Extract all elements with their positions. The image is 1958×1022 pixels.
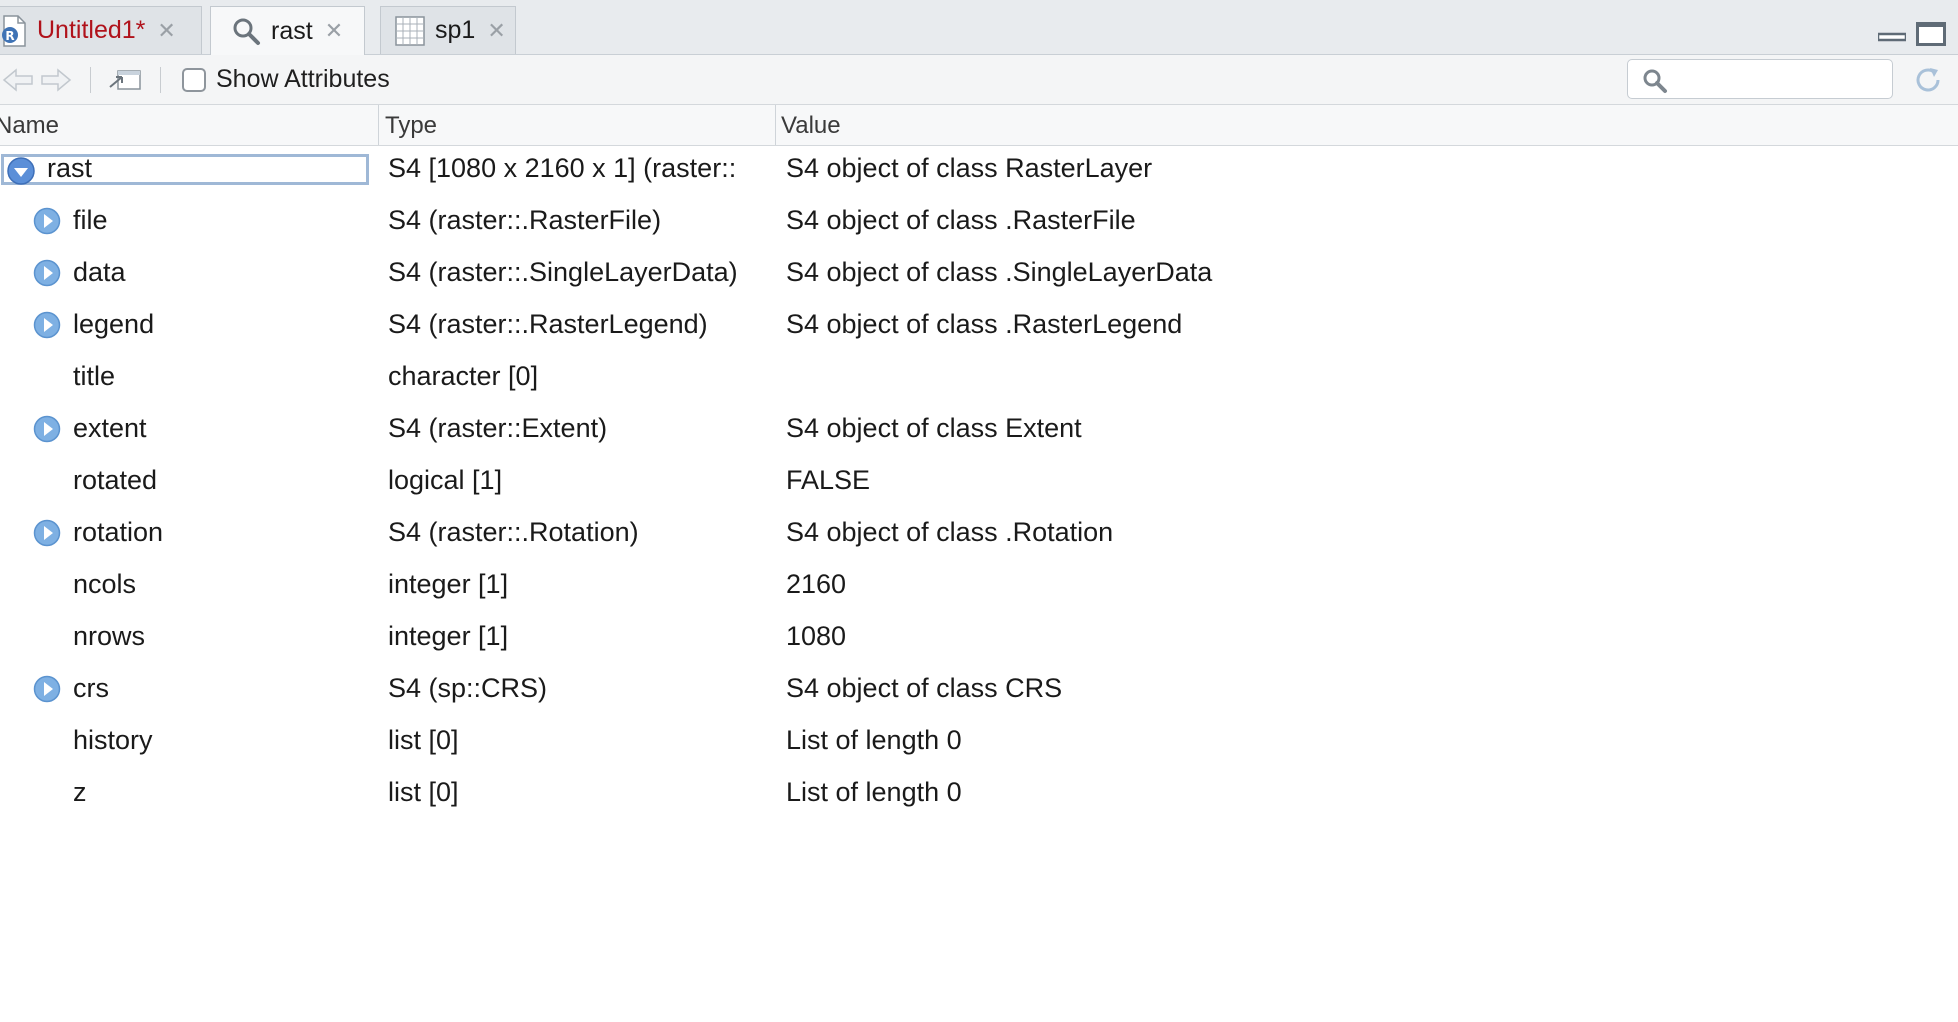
tree-row-name: rast [47,153,93,183]
column-header: Name Type Value [0,105,1958,146]
tree-row-value: FALSE [786,465,871,495]
column-divider[interactable] [378,105,379,145]
tree-row-ncols[interactable]: ncols integer [1] 2160 [0,558,1958,610]
tree-row-type: list [0] [388,725,459,755]
tree-row-crs[interactable]: crs S4 (sp::CRS) S4 object of class CRS [0,662,1958,714]
expand-icon[interactable] [33,675,61,703]
column-divider[interactable] [775,105,776,145]
tree-row-name: title [73,361,116,391]
tab-sp1[interactable]: sp1 ✕ [380,6,516,54]
tree-row-type: character [0] [388,361,539,391]
tree-row-history[interactable]: history list [0] List of length 0 [0,714,1958,766]
column-header-type[interactable]: Type [385,105,437,145]
tree-row-name: ncols [73,569,137,599]
tree-row-type: S4 (raster::.Rotation) [388,517,639,547]
refresh-icon[interactable] [1912,64,1944,101]
tree-row-name: z [73,777,87,807]
show-attributes-checkbox[interactable] [182,67,206,92]
tree-row-title[interactable]: title character [0] [0,350,1958,402]
magnifier-icon [231,16,261,46]
maximize-icon[interactable] [1916,22,1946,46]
tree-row-rotation[interactable]: rotation S4 (raster::.Rotation) S4 objec… [0,506,1958,558]
toolbar-divider [160,67,161,93]
tree-row-name: nrows [73,621,146,651]
r-document-icon: R [1,14,27,47]
window-controls [1876,22,1946,46]
tree-row-type: logical [1] [388,465,503,495]
tab-rast[interactable]: rast ✕ [210,6,365,55]
tab-label: Untitled1* [37,16,146,44]
tree-row-value: 2160 [786,569,847,599]
toolbar-divider [90,67,91,93]
tab-untitled1[interactable]: R Untitled1* ✕ [0,6,202,54]
tree-row-value: S4 object of class .SingleLayerData [786,257,1213,287]
close-icon[interactable]: ✕ [325,18,343,44]
search-icon [1642,68,1668,99]
tree-row-name: rotation [73,517,164,547]
expand-icon[interactable] [33,207,61,235]
close-icon[interactable]: ✕ [487,18,505,44]
tab-label: sp1 [435,16,476,44]
minimize-icon[interactable] [1876,22,1908,42]
tree-row-extent[interactable]: extent S4 (raster::Extent) S4 object of … [0,402,1958,454]
send-to-console-icon[interactable] [108,55,142,104]
tree-row-type: S4 (raster::.RasterLegend) [388,309,708,339]
tree-row-value: S4 object of class RasterLayer [786,153,1153,183]
tab-bar: R Untitled1* ✕ rast ✕ sp1 ✕ [0,0,1958,55]
tree-row-name: history [73,725,153,755]
tree-row-type: S4 (raster::.RasterFile) [388,205,662,235]
expand-icon[interactable] [33,311,61,339]
show-attributes-toggle[interactable]: Show Attributes [182,55,390,104]
close-icon[interactable]: ✕ [157,18,175,44]
tree-row-value: S4 object of class .RasterLegend [786,309,1183,339]
tree-row-name: crs [73,673,109,703]
tree-row-name: legend [73,309,155,339]
tree-row-data[interactable]: data S4 (raster::.SingleLayerData) S4 ob… [0,246,1958,298]
tree-row-value: 1080 [786,621,847,651]
toolbar: Show Attributes [0,55,1958,105]
expand-icon[interactable] [33,259,61,287]
tree-row-value: S4 object of class CRS [786,673,1063,703]
svg-text:R: R [5,29,14,43]
tree-row-legend[interactable]: legend S4 (raster::.RasterLegend) S4 obj… [0,298,1958,350]
tree-row-type: S4 [1080 x 2160 x 1] (raster:: [388,153,737,183]
collapse-icon[interactable] [6,156,36,186]
forward-arrow-icon[interactable] [40,55,72,104]
show-attributes-label: Show Attributes [216,65,390,93]
tree-row-type: integer [1] [388,569,509,599]
tree-row-type: integer [1] [388,621,509,651]
back-arrow-icon[interactable] [2,55,34,104]
tab-label: rast [271,16,313,45]
tree-row-type: S4 (sp::CRS) [388,673,548,703]
tree-row-name: extent [73,413,147,443]
search-field[interactable] [1627,59,1893,99]
expand-icon[interactable] [33,519,61,547]
tree-row-name: file [73,205,108,235]
tree-row-type: S4 (raster::.SingleLayerData) [388,257,738,287]
data-grid-icon [395,15,425,46]
tree-row-type: S4 (raster::Extent) [388,413,608,443]
tree-row-file[interactable]: file S4 (raster::.RasterFile) S4 object … [0,194,1958,246]
tree-row-value: S4 object of class .RasterFile [786,205,1136,235]
tree-row-z[interactable]: z list [0] List of length 0 [0,766,1958,818]
tree-row-value [786,350,1886,402]
tree-row-name: data [73,257,126,287]
tree-row-value: S4 object of class .Rotation [786,517,1114,547]
column-header-name[interactable]: Name [0,105,59,145]
column-header-value[interactable]: Value [781,105,841,145]
tree-row-value: List of length 0 [786,725,962,755]
tree-row-rotated[interactable]: rotated logical [1] FALSE [0,454,1958,506]
tree-row-nrows[interactable]: nrows integer [1] 1080 [0,610,1958,662]
tree-row-type: list [0] [388,777,459,807]
tree-row-name: rotated [73,465,158,495]
expand-icon[interactable] [33,415,61,443]
tree-row-value: List of length 0 [786,777,962,807]
tree-row-value: S4 object of class Extent [786,413,1082,443]
